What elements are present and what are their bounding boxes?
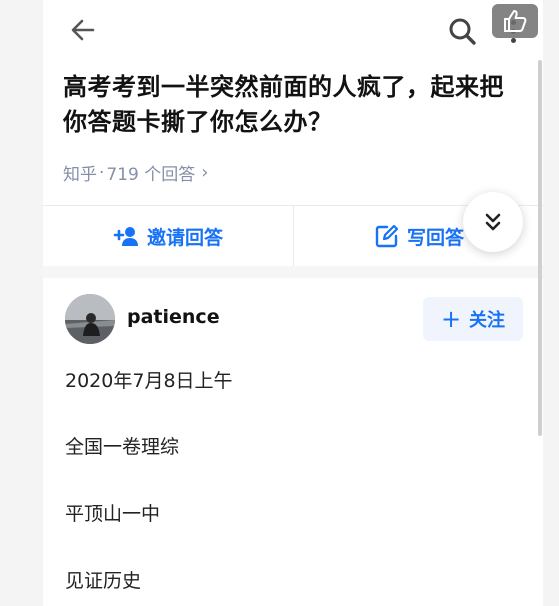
question-title[interactable]: 高考考到一半突然前面的人疯了，起来把你答题卡撕了你怎么办？ xyxy=(63,70,513,140)
write-answer-button[interactable]: 写回答 xyxy=(375,206,464,266)
thumbs-up-icon xyxy=(504,10,527,32)
follow-button[interactable]: + 关注 xyxy=(423,297,523,341)
chevron-right-icon: › xyxy=(201,162,209,183)
invite-answer-button[interactable]: 邀请回答 xyxy=(113,206,223,266)
double-chevron-down-icon xyxy=(485,213,501,231)
answer-line: 平顶山一中 xyxy=(65,503,161,525)
edit-icon xyxy=(375,224,399,248)
back-button[interactable] xyxy=(67,14,99,46)
author-avatar[interactable] xyxy=(65,294,115,344)
answer-count: 719 个回答 xyxy=(106,165,196,185)
action-divider xyxy=(293,206,294,266)
answer-line: 全国一卷理综 xyxy=(65,436,180,458)
back-arrow-icon xyxy=(71,19,95,41)
invite-answer-label: 邀请回答 xyxy=(147,226,224,249)
answer-line: 2020年7月8日上午 xyxy=(65,370,233,392)
follow-label: 关注 xyxy=(469,310,506,331)
like-overlay-button[interactable] xyxy=(492,4,538,38)
section-gap xyxy=(43,266,543,278)
meta-separator: · xyxy=(99,162,105,183)
search-button[interactable] xyxy=(445,14,479,48)
source-label: 知乎 xyxy=(63,165,97,185)
question-meta[interactable]: 知乎 · 719 个回答 › xyxy=(63,160,208,185)
plus-icon: + xyxy=(440,305,462,333)
search-icon xyxy=(449,18,476,45)
scrollbar[interactable] xyxy=(538,60,542,436)
author-name[interactable]: patience xyxy=(127,306,220,328)
write-answer-label: 写回答 xyxy=(407,226,465,249)
answer-line: 见证历史 xyxy=(65,570,142,592)
collapse-fab-button[interactable] xyxy=(463,192,523,252)
add-person-icon xyxy=(113,227,138,246)
avatar-image xyxy=(65,294,115,344)
question-page: 高考考到一半突然前面的人疯了，起来把你答题卡撕了你怎么办？ 知乎 · 719 个… xyxy=(43,0,543,606)
